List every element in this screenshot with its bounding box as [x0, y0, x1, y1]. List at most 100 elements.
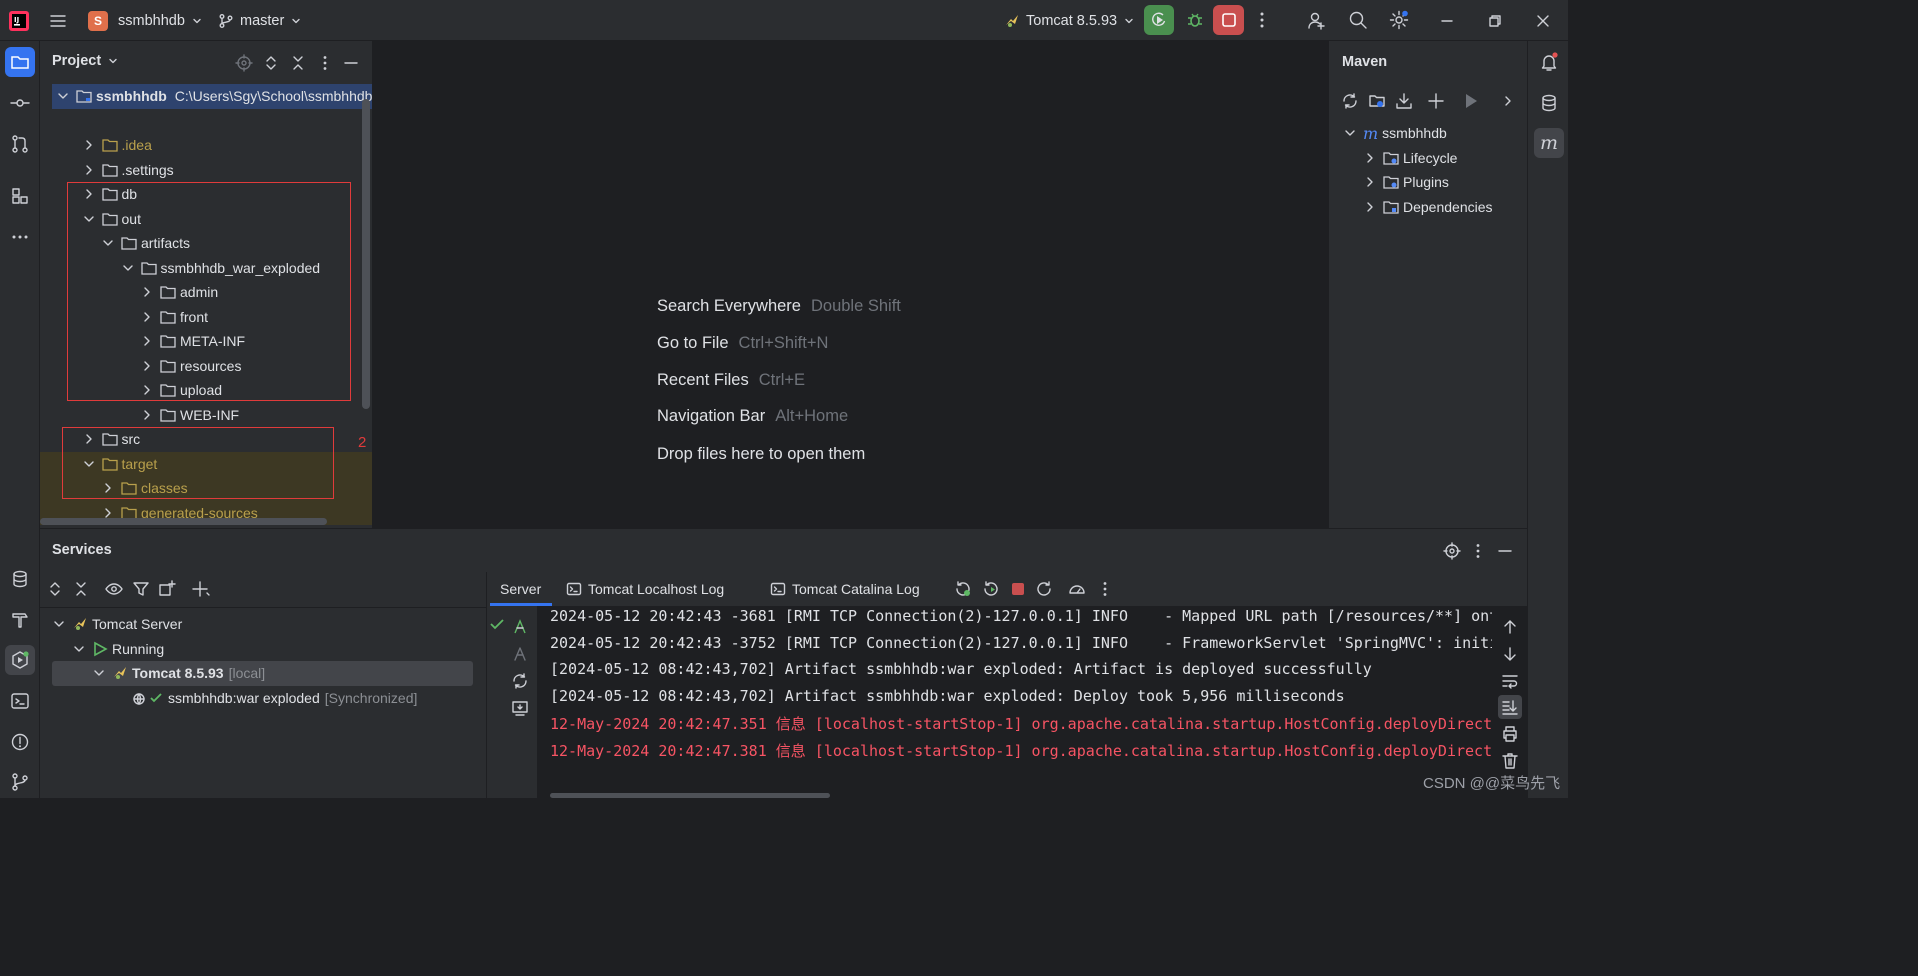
structure-tool-button[interactable]: [5, 181, 35, 211]
options-icon[interactable]: [316, 54, 334, 72]
run-maven-goal-icon[interactable]: [1462, 92, 1480, 110]
run-configuration-selector[interactable]: Tomcat 8.5.93: [1004, 0, 1135, 41]
build-tool-button[interactable]: [5, 605, 35, 635]
debug-button[interactable]: [1180, 5, 1210, 35]
tree-row[interactable]: .idea: [40, 133, 372, 158]
hide-panel-icon[interactable]: [1496, 542, 1514, 560]
notifications-button[interactable]: [1534, 47, 1564, 77]
deploy-icon[interactable]: [511, 618, 529, 636]
clear-all-icon[interactable]: [1501, 752, 1519, 770]
eye-icon[interactable]: [105, 580, 123, 598]
add-icon[interactable]: [1427, 92, 1445, 110]
pull-requests-tool-button[interactable]: [5, 129, 35, 159]
terminal-tool-button[interactable]: [5, 686, 35, 716]
project-view-selector[interactable]: Project: [52, 53, 119, 69]
git-tool-button[interactable]: [5, 767, 35, 797]
horizontal-scrollbar[interactable]: [40, 518, 327, 525]
scroll-down-icon[interactable]: [1501, 645, 1519, 663]
service-tomcat-server[interactable]: Tomcat Server: [52, 612, 472, 637]
tab-tomcat-localhost-log[interactable]: Tomcat Localhost Log: [566, 572, 724, 606]
filter-icon[interactable]: [132, 580, 150, 598]
undeploy-icon[interactable]: [511, 645, 529, 663]
service-running-group[interactable]: Running: [72, 637, 472, 662]
maven-panel-button[interactable]: m: [1534, 128, 1564, 158]
main-menu-icon[interactable]: [48, 0, 68, 41]
chevron-right-icon[interactable]: [1501, 92, 1515, 110]
restart-icon[interactable]: [1035, 580, 1053, 598]
tree-row[interactable]: WEB-INF: [40, 403, 372, 428]
problems-tool-button[interactable]: [5, 727, 35, 757]
scroll-to-end-button[interactable]: [1498, 695, 1522, 719]
editor-empty-area[interactable]: Search Everywhere Double Shift Go to File…: [373, 41, 1328, 528]
services-tool-button[interactable]: [5, 645, 35, 675]
maven-m-icon: m: [1363, 123, 1379, 143]
intellij-logo-icon[interactable]: IJ: [8, 0, 30, 41]
dependencies-folder-icon: [1383, 201, 1399, 214]
new-group-icon[interactable]: [158, 580, 176, 598]
maven-item-dependencies[interactable]: Dependencies: [1363, 195, 1523, 220]
tree-root-row[interactable]: ssmbhhdb C:\Users\Sgy\School\ssmbhhdb: [52, 84, 372, 109]
reload-icon[interactable]: [1341, 92, 1359, 110]
commit-tool-button[interactable]: [5, 88, 35, 118]
database-panel-button[interactable]: [1534, 88, 1564, 118]
console-output[interactable]: 2024-05-12 20:42:43 -3681 [RMI TCP Conne…: [487, 606, 1527, 798]
collapse-all-icon[interactable]: [289, 54, 307, 72]
vertical-scrollbar[interactable]: [362, 99, 370, 409]
maven-item-lifecycle[interactable]: Lifecycle: [1363, 146, 1523, 171]
maven-item-plugins[interactable]: Plugins: [1363, 170, 1523, 195]
download-sources-icon[interactable]: [1395, 92, 1413, 110]
lifecycle-folder-icon: [1383, 152, 1399, 165]
console-horizontal-scrollbar[interactable]: [550, 793, 830, 798]
chevron-right-icon[interactable]: [82, 138, 96, 152]
scroll-up-icon[interactable]: [1501, 618, 1519, 636]
project-switcher[interactable]: S ssmbhhdb: [88, 0, 203, 41]
service-tag: [Synchronized]: [324, 690, 418, 707]
maven-item-label: Dependencies: [1403, 199, 1493, 216]
chevron-right-icon: [1367, 153, 1373, 163]
print-icon[interactable]: [1501, 725, 1519, 743]
tab-server[interactable]: Server: [500, 572, 541, 606]
service-tomcat-instance[interactable]: Tomcat 8.5.93 [local]: [52, 661, 473, 686]
chevron-right-icon[interactable]: [140, 408, 154, 422]
profiler-icon[interactable]: [1068, 580, 1086, 598]
maven-project-row[interactable]: m ssmbhhdb: [1343, 121, 1523, 146]
add-maven-project-icon[interactable]: [1368, 92, 1386, 110]
stop-button[interactable]: [1213, 5, 1244, 35]
update-app-icon[interactable]: [954, 580, 972, 598]
options-icon[interactable]: [1469, 542, 1487, 560]
structure-icon: [12, 188, 28, 204]
chevron-right-icon[interactable]: [82, 163, 96, 177]
database-tool-button[interactable]: [5, 564, 35, 594]
run-config-name: Tomcat 8.5.93: [1026, 12, 1118, 29]
service-label: Running: [112, 641, 165, 658]
locate-icon[interactable]: [1443, 542, 1461, 560]
collapse-all-icon[interactable]: [72, 580, 90, 598]
search-icon[interactable]: [1348, 10, 1368, 30]
settings-gear-icon[interactable]: [1389, 10, 1409, 30]
expand-all-icon[interactable]: [46, 580, 64, 598]
more-actions-icon[interactable]: [1252, 10, 1272, 30]
code-with-me-icon[interactable]: [1307, 10, 1327, 30]
more-tools-button[interactable]: [5, 222, 35, 252]
hide-panel-icon[interactable]: [342, 54, 360, 72]
minimize-window-button[interactable]: [1424, 0, 1470, 41]
project-tool-button[interactable]: [5, 47, 35, 77]
stop-server-icon[interactable]: [1009, 580, 1027, 598]
rerun-button[interactable]: [1144, 5, 1174, 35]
close-window-button[interactable]: [1520, 0, 1566, 41]
tree-row[interactable]: .settings: [40, 158, 372, 183]
tab-tomcat-catalina-log[interactable]: Tomcat Catalina Log: [770, 572, 920, 606]
service-artifact[interactable]: ssmbhhdb:war exploded [Synchronized]: [132, 686, 492, 711]
branch-switcher[interactable]: master: [218, 0, 302, 41]
restore-window-button[interactable]: [1472, 0, 1518, 41]
artifact-list-icon[interactable]: [511, 699, 529, 717]
refresh-icon[interactable]: [511, 672, 529, 690]
project-name: ssmbhhdb: [118, 12, 185, 29]
add-service-icon[interactable]: [192, 580, 210, 598]
more-actions-icon[interactable]: [1096, 580, 1114, 598]
soft-wrap-icon[interactable]: [1501, 672, 1519, 690]
expand-all-icon[interactable]: [262, 54, 280, 72]
redeploy-icon[interactable]: [982, 580, 1000, 598]
locate-file-icon[interactable]: [235, 54, 253, 72]
services-title: Services: [52, 542, 112, 558]
